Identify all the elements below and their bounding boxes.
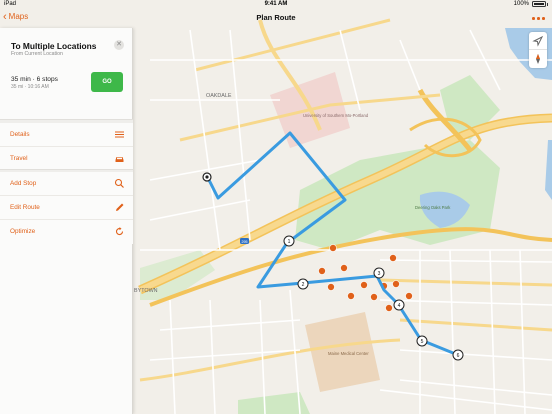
svg-text:6: 6: [457, 353, 460, 359]
menu-item-label: Edit Route: [10, 204, 40, 211]
menu-item-edit-route[interactable]: Edit Route: [0, 196, 133, 220]
stop-marker-5[interactable]: 5: [416, 335, 428, 347]
refresh-icon: [115, 227, 124, 236]
menu-item-travel[interactable]: Travel: [0, 147, 133, 171]
battery-indicator: 100%: [514, 1, 548, 7]
svg-text:1: 1: [288, 239, 291, 245]
car-icon: [115, 157, 124, 162]
svg-text:4: 4: [398, 303, 401, 309]
highway-shield: 295: [240, 238, 249, 244]
list-icon: [115, 131, 124, 138]
svg-text:295: 295: [242, 240, 248, 244]
map-controls: [529, 32, 547, 68]
stop-marker-3[interactable]: 3: [373, 267, 385, 279]
search-icon: [114, 178, 124, 188]
route-meta: 35 mi · 10:16 AM: [11, 84, 49, 90]
stop-marker-6[interactable]: 6: [452, 349, 464, 361]
status-bar: iPad 9:41 AM 100%: [0, 0, 552, 9]
start-location-marker[interactable]: [202, 172, 212, 182]
place-label-medical: Maine Medical Center: [328, 351, 369, 356]
menu-item-label: Optimize: [10, 228, 36, 235]
route-summary-card: To Multiple Locations From Current Locat…: [4, 32, 128, 93]
menu-item-label: Details: [10, 131, 30, 138]
clock: 9:41 AM: [264, 1, 288, 7]
more-icon[interactable]: [532, 14, 546, 22]
battery-percent: 100%: [513, 1, 529, 7]
menu-item-add-stop[interactable]: Add Stop: [0, 172, 133, 196]
location-arrow-icon: [532, 35, 544, 47]
menu-item-details[interactable]: Details: [0, 123, 133, 147]
menu-secondary: Add Stop Edit Route Optimize: [0, 172, 133, 244]
svg-text:5: 5: [421, 339, 424, 345]
menu-item-optimize[interactable]: Optimize: [0, 220, 133, 244]
location-arrow-button[interactable]: [529, 32, 547, 50]
stop-marker-2[interactable]: 2: [297, 278, 309, 290]
stop-marker-1[interactable]: 1: [283, 235, 295, 247]
route-summary: 35 min · 6 stops: [11, 76, 58, 83]
area-label-bytown: BYTOWN: [134, 288, 158, 294]
place-label-university: University of Southern Mo-Portland: [303, 113, 369, 118]
pencil-icon: [116, 203, 124, 211]
stop-marker-4[interactable]: 4: [393, 299, 405, 311]
route-panel: To Multiple Locations From Current Locat…: [0, 28, 133, 414]
navigation-bar: ‹ Maps Plan Route: [0, 9, 552, 28]
menu-item-label: Add Stop: [10, 180, 37, 187]
close-icon[interactable]: ✕: [114, 40, 124, 50]
go-button[interactable]: GO: [91, 72, 123, 92]
compass-icon: [536, 54, 540, 64]
menu-primary: Details Travel: [0, 123, 133, 171]
place-label-park: Deering Oaks Park: [415, 205, 451, 210]
svg-text:2: 2: [302, 282, 305, 288]
compass-button[interactable]: [529, 50, 547, 68]
page-title: Plan Route: [256, 13, 296, 22]
route-subtitle: From Current Location: [11, 51, 63, 57]
svg-text:3: 3: [378, 271, 381, 277]
menu-item-label: Travel: [10, 155, 28, 162]
battery-icon: [532, 1, 546, 7]
route-title: To Multiple Locations: [11, 41, 97, 51]
area-label-oakdale: OAKDALE: [206, 93, 232, 99]
